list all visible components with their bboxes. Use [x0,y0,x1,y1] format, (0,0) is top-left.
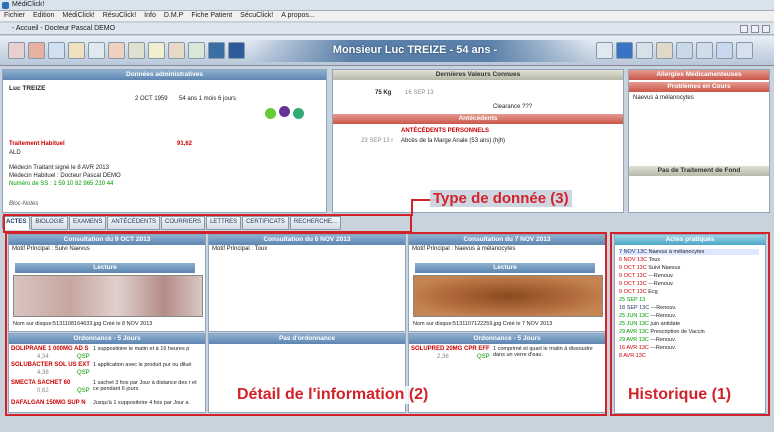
antecedents-subheader: ANTÉCÉDENTS PERSONNELS [401,128,490,134]
book-icon[interactable] [68,42,85,59]
stethoscope-icon[interactable] [8,42,25,59]
probleme-item[interactable]: Naevus à mélanocytes [633,95,694,101]
weight-date: 16 SEP 13 [405,90,434,96]
main-toolbar: Monsieur Luc TREIZE - 54 ans - [0,36,774,66]
menu-apropos[interactable]: A propos... [277,11,318,21]
status-green-icon[interactable] [265,108,276,119]
document-icon[interactable] [88,42,105,59]
annotation-historique-label: Historique (1) [626,386,734,404]
annotation-box-type [3,214,412,233]
minimize-button[interactable] [740,25,748,33]
chart-icon[interactable] [188,42,205,59]
app-icon [2,2,9,9]
document-window-bar: - Accueil - Docteur Pascal DEMO [0,23,774,35]
menu-secuclick[interactable]: SécuClick! [236,11,277,21]
right-info-panel: Allergies Médicamenteuses Problèmes en C… [628,69,770,213]
search-icon[interactable] [716,42,733,59]
card-icon[interactable] [208,42,225,59]
menu-dmp[interactable]: D.M.P [160,11,187,21]
window-title: MédiClick! [12,1,45,8]
pas-traitement-header: Pas de Traitement de Fond [629,166,769,176]
scanner-icon[interactable] [676,42,693,59]
allergies-header: Allergies Médicamenteuses [629,70,769,80]
secu-icon[interactable] [228,42,245,59]
mail-icon[interactable] [696,42,713,59]
menu-edition[interactable]: Edition [29,11,58,21]
annotation-type-label: Type de donnée (3) [430,190,572,207]
annotation-detail-label: Détail de l'information (2) [235,386,431,404]
admin-panel: Données administratives Luc TREIZE 2 OCT… [2,69,327,213]
pen-icon[interactable] [148,42,165,59]
patient-icon[interactable] [28,42,45,59]
folder-icon[interactable] [48,42,65,59]
prescription-icon[interactable] [108,42,125,59]
menu-info[interactable]: Info [140,11,160,21]
admin-panel-header: Données administratives [3,70,326,80]
patient-name: Monsieur Luc TREIZE - 54 ans - [332,44,498,56]
ald-label: ALD [9,150,21,156]
refresh-icon[interactable] [636,42,653,59]
medecin-habituel: Médecin Habituel : Docteur Pascal DEMO [9,173,121,179]
ss-number: Numéro de SS : 1 59 10 82 965 210 44 [9,181,114,187]
document-window-title: - Accueil - Docteur Pascal DEMO [12,25,116,32]
lab-icon[interactable] [128,42,145,59]
bloc-notes[interactable]: Bloc-Notes [9,201,38,207]
network-icon[interactable] [616,42,633,59]
vitals-header: Dernières Valeurs Connues [333,70,623,80]
status-teal-icon[interactable] [293,108,304,119]
weight-value: 75 Kg [375,90,392,96]
close-button[interactable] [762,25,770,33]
patient-fullname: Luc TREIZE [9,85,46,92]
patient-age: 54 ans 1 mois 6 jours [179,96,237,102]
menu-mediclick[interactable]: MédiClick! [58,11,98,21]
medecin-traitant: Médecin Traitant signé le 8 AVR 2013 [9,165,109,171]
printer-icon[interactable] [656,42,673,59]
window-titlebar: MédiClick! [0,0,774,11]
tools-icon[interactable] [596,42,613,59]
clearance-value: Clearance ??? [493,104,533,110]
menu-fichier[interactable]: Fichier [0,11,29,21]
traitement-value: 91,62 [177,141,193,147]
antecedents-header: Antécédents [333,114,623,124]
settings-icon[interactable] [736,42,753,59]
status-purple-icon[interactable] [279,106,290,117]
letter-icon[interactable] [168,42,185,59]
menu-fiche-patient[interactable]: Fiche Patient [187,11,236,21]
problemes-header: Problèmes en Cours [629,82,769,92]
traitement-label: Traitement Habituel [9,141,65,147]
antecedent-date: 23 SEP 13 r [361,138,394,144]
menu-bar: Fichier Edition MédiClick! RésuClick! In… [0,11,774,22]
antecedent-item[interactable]: Abcès de la Marge Anale (53 ans) (hjh) [401,138,505,144]
menu-resuclick[interactable]: RésuClick! [99,11,140,21]
patient-dob: 2 OCT 1959 [135,96,168,102]
maximize-button[interactable] [751,25,759,33]
